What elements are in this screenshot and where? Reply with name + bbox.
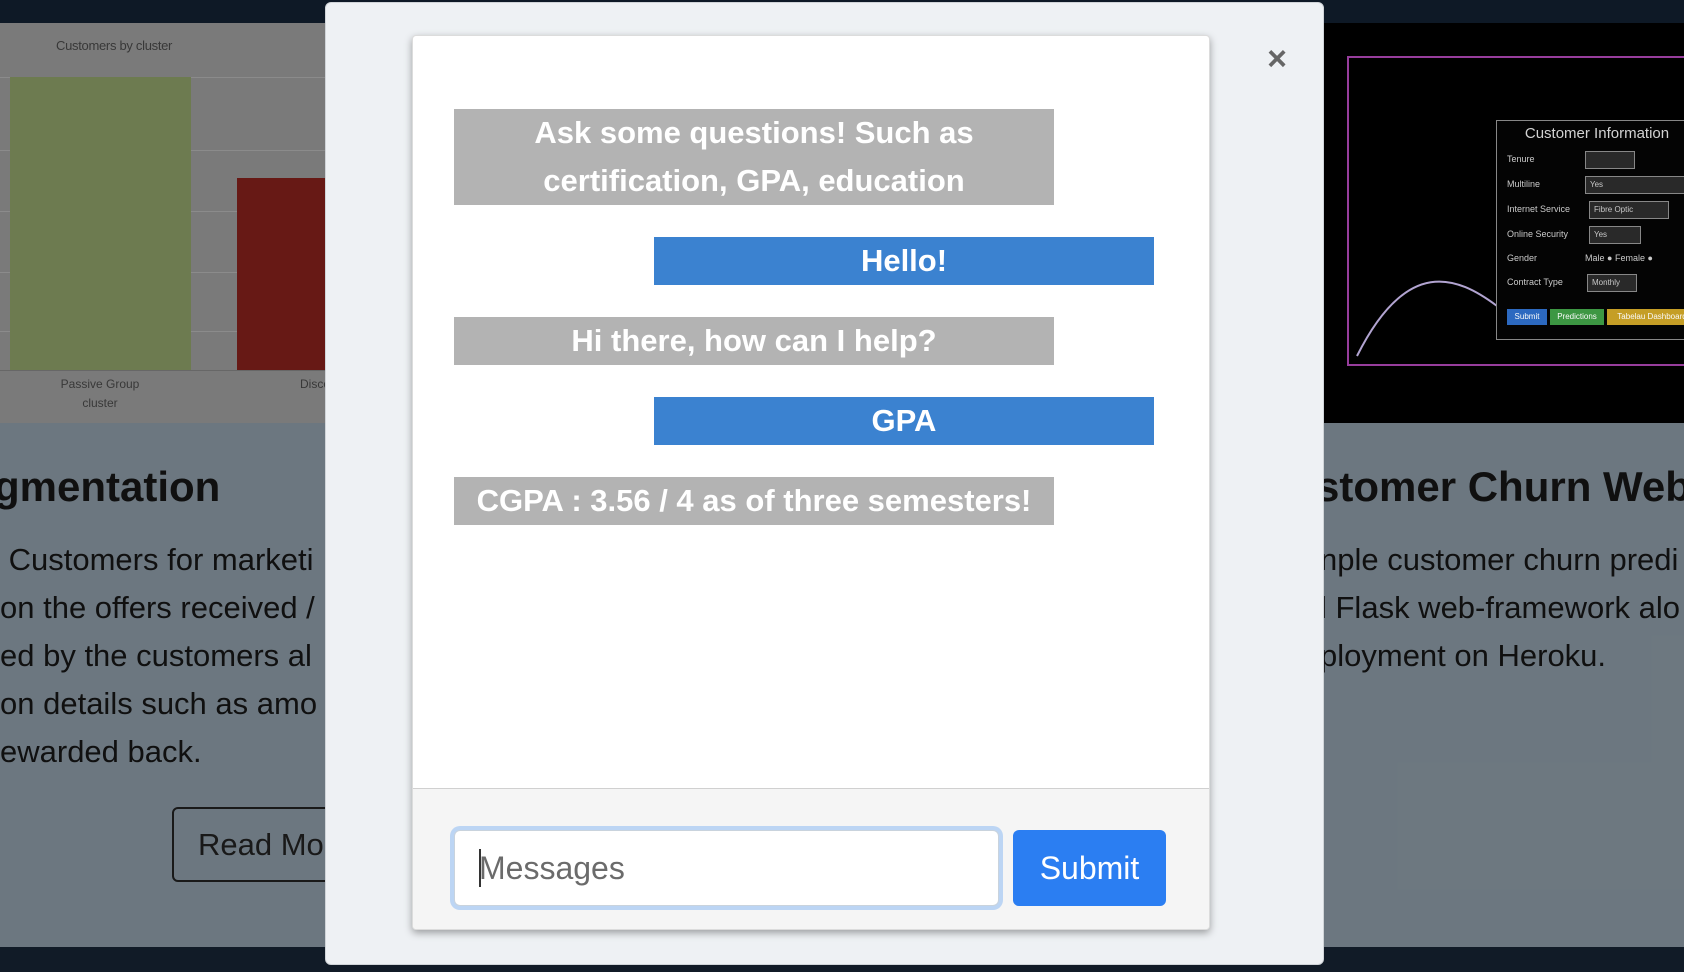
chat-input-bar: Submit [413, 788, 1209, 929]
chat-window: Ask some questions! Such as certificatio… [412, 35, 1210, 930]
close-icon[interactable]: × [1262, 42, 1292, 76]
message-input[interactable] [454, 830, 999, 906]
bot-message: Ask some questions! Such as certificatio… [454, 109, 1054, 205]
user-message: Hello! [654, 237, 1154, 285]
submit-button[interactable]: Submit [1013, 830, 1166, 906]
bot-message: CGPA : 3.56 / 4 as of three semesters! [454, 477, 1054, 525]
bot-message: Hi there, how can I help? [454, 317, 1054, 365]
text-caret [479, 849, 481, 887]
user-message: GPA [654, 397, 1154, 445]
chat-messages: Ask some questions! Such as certificatio… [413, 36, 1209, 788]
